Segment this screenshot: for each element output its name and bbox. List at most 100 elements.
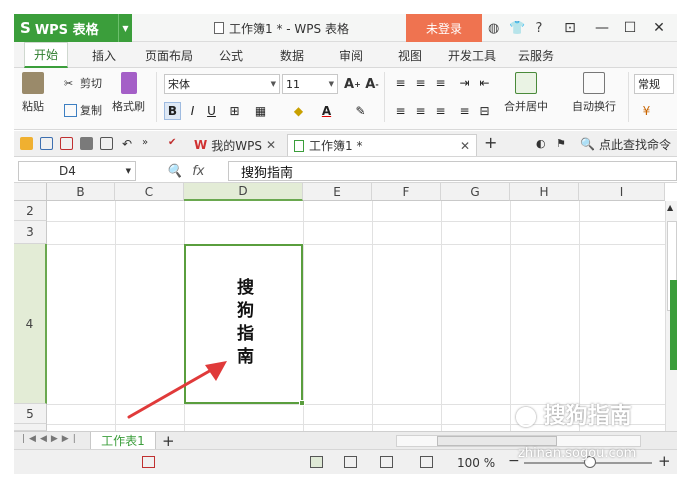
cut-button[interactable]: ✂ 剪切 <box>64 74 102 92</box>
find-command-button[interactable]: 🔍 点此查找命令 <box>580 134 671 154</box>
row-header-2[interactable]: 2 <box>14 201 47 221</box>
shirt-icon[interactable]: 👕 <box>509 21 525 36</box>
formula-input[interactable]: 搜狗指南 <box>228 161 677 181</box>
scroll-up-icon[interactable]: ▲ <box>667 203 673 212</box>
more-icon[interactable]: » <box>142 137 155 150</box>
merge-center-button[interactable]: 合并居中 <box>504 72 548 114</box>
help-icon[interactable]: ? <box>536 21 543 36</box>
column-header-b[interactable]: B <box>47 183 115 201</box>
undo-icon[interactable]: ↶ <box>122 137 135 151</box>
clear-format-icon[interactable]: ✎ <box>352 102 369 120</box>
wrap-text-button[interactable]: 自动换行 <box>572 72 616 114</box>
close-icon[interactable]: ✕ <box>266 138 276 152</box>
close-icon[interactable]: ✕ <box>460 139 470 153</box>
backup-icon[interactable]: ◐ <box>536 137 549 150</box>
fill-color-icon[interactable]: ◆ <box>290 102 307 120</box>
export-pdf-icon[interactable] <box>60 137 73 150</box>
column-header-i[interactable]: I <box>579 183 665 201</box>
flag-icon[interactable]: ⚑ <box>556 137 569 150</box>
number-format-select[interactable]: 常规 <box>634 74 674 94</box>
tab-view[interactable]: 视图 <box>398 42 422 68</box>
tab-data[interactable]: 数据 <box>280 42 304 68</box>
zoom-formula-icon[interactable]: 🔍 <box>166 164 182 179</box>
function-icon[interactable]: fx <box>192 164 204 179</box>
row-header-3[interactable]: 3 <box>14 221 47 244</box>
currency-icon[interactable]: ¥ <box>638 102 655 120</box>
fill-handle[interactable] <box>299 400 305 406</box>
name-box[interactable]: D4 ▼ <box>18 161 136 181</box>
font-name-select[interactable]: 宋体 ▼ <box>164 74 280 94</box>
justify-icon[interactable]: ≡ <box>456 102 473 120</box>
cell-style-icon[interactable]: ▦ <box>252 102 269 120</box>
open-folder-icon[interactable] <box>20 137 33 150</box>
divider <box>384 72 385 122</box>
column-header-f[interactable]: F <box>372 183 441 201</box>
row-header-5[interactable]: 5 <box>14 404 47 424</box>
select-all-corner[interactable] <box>14 183 47 201</box>
underline-button[interactable]: U <box>203 102 220 120</box>
tab-formula[interactable]: 公式 <box>219 42 243 68</box>
normal-view-icon[interactable] <box>310 456 323 468</box>
align-center-icon[interactable]: ≡ <box>412 102 429 120</box>
align-top-icon[interactable]: ≡ <box>392 74 409 92</box>
tab-review[interactable]: 审阅 <box>339 42 363 68</box>
align-bottom-icon[interactable]: ≡ <box>432 74 449 92</box>
reading-layout-icon[interactable] <box>380 456 393 468</box>
save-icon[interactable] <box>40 137 53 150</box>
paste-button[interactable]: 粘贴 <box>22 72 44 114</box>
font-color-icon[interactable]: A <box>318 102 335 120</box>
align-middle-icon[interactable]: ≡ <box>412 74 429 92</box>
outdent-icon[interactable]: ⇤ <box>476 74 493 92</box>
column-header-c[interactable]: C <box>115 183 184 201</box>
zoom-slider[interactable] <box>524 456 652 468</box>
tab-home[interactable]: 开始 <box>24 42 68 68</box>
tab-page-layout[interactable]: 页面布局 <box>145 42 193 68</box>
indent-icon[interactable]: ⇥ <box>456 74 473 92</box>
login-button[interactable]: 未登录 <box>406 14 482 42</box>
copy-button[interactable]: 复制 <box>64 101 102 119</box>
maximize-button[interactable]: ☐ <box>617 14 643 42</box>
column-header-h[interactable]: H <box>510 183 579 201</box>
column-header-d[interactable]: D <box>184 183 303 201</box>
skin-icon[interactable]: ◍ <box>488 21 499 36</box>
calendar-icon[interactable] <box>142 456 155 468</box>
format-painter-button[interactable]: 格式刷 <box>112 72 145 114</box>
row-header-4[interactable]: 4 <box>14 244 47 404</box>
tab-insert[interactable]: 插入 <box>92 42 116 68</box>
document-icon <box>214 22 224 34</box>
column-header-e[interactable]: E <box>303 183 372 201</box>
app-menu-button[interactable]: S WPS 表格 <box>14 14 118 42</box>
restore-ribbon-icon[interactable]: ⊡ <box>557 14 583 42</box>
column-header-g[interactable]: G <box>441 183 510 201</box>
row-header-6[interactable] <box>14 424 47 431</box>
distribute-icon[interactable]: ⊟ <box>476 102 493 120</box>
italic-button[interactable]: I <box>184 102 201 120</box>
tab-workbook[interactable]: 工作簿1 * ✕ <box>287 134 477 156</box>
tab-developer[interactable]: 开发工具 <box>448 42 496 68</box>
grow-font-button[interactable]: A + A- <box>344 75 379 93</box>
borders-icon[interactable]: ⊞ <box>226 102 243 120</box>
add-sheet-icon[interactable]: + <box>162 432 175 450</box>
scrollbar-thumb[interactable] <box>437 436 557 446</box>
sheet-tab-1[interactable]: 工作表1 <box>90 432 156 450</box>
tab-my-wps[interactable]: W 我的WPS ✕ <box>188 134 282 156</box>
align-left-icon[interactable]: ≡ <box>392 102 409 120</box>
app-menu-dropdown-icon[interactable]: ▼ <box>118 14 132 42</box>
side-panel-tab[interactable] <box>670 280 677 370</box>
tab-cloud[interactable]: 云服务 <box>518 42 554 68</box>
sheet-nav-icon[interactable]: |◀◀▶▶| <box>22 434 80 444</box>
minimize-button[interactable]: — <box>589 14 615 42</box>
zoom-in-icon[interactable]: + <box>658 452 671 470</box>
zoom-level[interactable]: 100 % <box>457 450 495 475</box>
print-preview-icon[interactable] <box>100 137 113 150</box>
font-size-select[interactable]: 11 ▼ <box>282 74 338 94</box>
align-right-icon[interactable]: ≡ <box>432 102 449 120</box>
close-button[interactable]: ✕ <box>646 14 672 42</box>
new-tab-icon[interactable]: + <box>484 133 497 152</box>
page-break-view-icon[interactable] <box>344 456 357 468</box>
bold-button[interactable]: B <box>164 102 181 120</box>
spreadsheet-grid[interactable]: B C D E F G H I 2 3 4 5 搜狗指南 ▲ <box>14 183 677 431</box>
print-icon[interactable] <box>80 137 93 150</box>
eye-protect-icon[interactable] <box>420 456 433 468</box>
customize-icon[interactable]: ✔ <box>168 137 181 150</box>
